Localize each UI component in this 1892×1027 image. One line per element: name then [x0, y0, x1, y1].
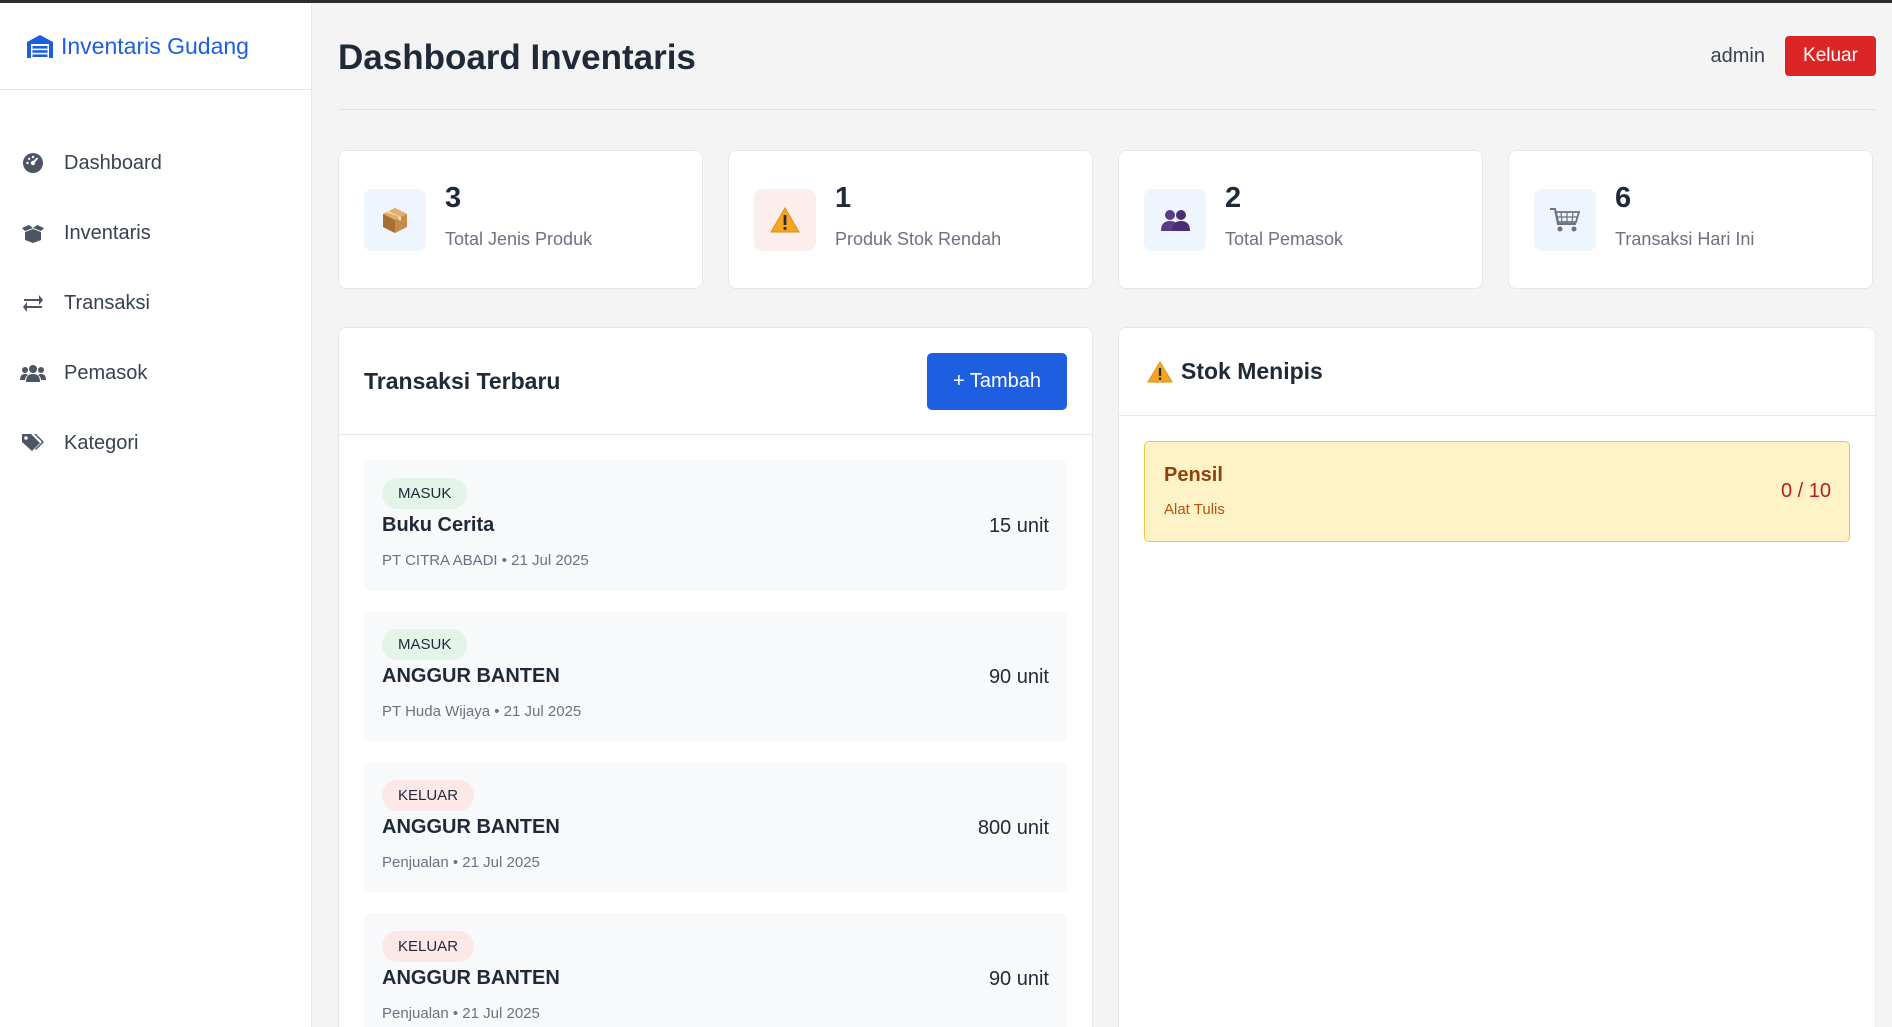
stat-label: Total Jenis Produk — [445, 228, 593, 249]
sidebar-item-label: Kategori — [64, 431, 139, 454]
user-name: admin — [1710, 44, 1765, 67]
status-badge: MASUK — [382, 478, 468, 509]
sidebar-item-dashboard[interactable]: Dashboard — [0, 128, 311, 198]
panel-header: Stok Menipis — [1119, 328, 1875, 416]
sidebar-nav: Dashboard Inventaris Transaksi Pemasok K… — [0, 90, 311, 478]
list-item[interactable]: KELUAR ANGGUR BANTEN Penjualan • 21 Jul … — [364, 762, 1067, 893]
status-badge: MASUK — [382, 629, 468, 660]
stat-value: 1 — [835, 181, 852, 214]
status-badge: KELUAR — [382, 931, 475, 962]
sidebar-item-pemasok[interactable]: Pemasok — [0, 338, 311, 408]
transaction-meta: PT CITRA ABADI • 21 Jul 2025 — [382, 552, 589, 569]
list-item[interactable]: Pensil Alat Tulis 0 / 10 — [1144, 441, 1850, 542]
sidebar-item-label: Dashboard — [64, 151, 162, 174]
stats-row: 3 Total Jenis Produk 1 Produk Stok Renda… — [338, 150, 1876, 289]
exchange-icon — [20, 291, 46, 315]
stat-value: 6 — [1615, 181, 1632, 214]
quantity: 800 unit — [977, 817, 1049, 839]
gauge-icon — [20, 151, 46, 175]
warning-icon — [754, 188, 816, 251]
quantity: 15 unit — [988, 515, 1049, 537]
sidebar-item-label: Pemasok — [64, 361, 148, 384]
list-item[interactable]: MASUK ANGGUR BANTEN PT Huda Wijaya • 21 … — [364, 611, 1067, 742]
sidebar: Inventaris Gudang Dashboard Inventaris T… — [0, 3, 312, 1027]
product-category: Alat Tulis — [1164, 501, 1225, 518]
sidebar-item-label: Transaksi — [64, 291, 150, 314]
transaction-meta: Penjualan • 21 Jul 2025 — [382, 1005, 540, 1022]
tags-icon — [20, 431, 46, 455]
product-name: ANGGUR BANTEN — [382, 967, 560, 989]
page-title: Dashboard Inventaris — [338, 37, 696, 77]
list-item[interactable]: KELUAR ANGGUR BANTEN Penjualan • 21 Jul … — [364, 913, 1067, 1027]
low-stock-panel: Stok Menipis Pensil Alat Tulis 0 / 10 — [1118, 327, 1876, 1027]
low-stock-list: Pensil Alat Tulis 0 / 10 — [1119, 416, 1875, 567]
sidebar-item-inventaris[interactable]: Inventaris — [0, 198, 311, 268]
warning-icon — [1147, 360, 1173, 384]
product-name: Pensil — [1164, 464, 1223, 486]
stat-label: Transaksi Hari Ini — [1615, 228, 1755, 249]
product-name: Buku Cerita — [382, 514, 495, 536]
stock-level: 0 / 10 — [1780, 480, 1831, 502]
sidebar-item-transaksi[interactable]: Transaksi — [0, 268, 311, 338]
cart-icon — [1534, 188, 1596, 251]
recent-transactions-panel: Transaksi Terbaru + Tambah MASUK Buku Ce… — [338, 327, 1093, 1027]
quantity: 90 unit — [988, 666, 1049, 688]
page-header: Dashboard Inventaris admin Keluar — [338, 3, 1876, 110]
panel-title: Transaksi Terbaru — [364, 367, 561, 394]
quantity: 90 unit — [988, 968, 1049, 990]
stat-label: Produk Stok Rendah — [835, 228, 1002, 249]
brand-name: Inventaris Gudang — [61, 32, 249, 59]
sidebar-item-label: Inventaris — [64, 221, 151, 244]
panel-header: Transaksi Terbaru + Tambah — [339, 328, 1092, 435]
user-area: admin Keluar — [1711, 36, 1876, 76]
product-name: ANGGUR BANTEN — [382, 816, 560, 838]
stat-card-total-products: 3 Total Jenis Produk — [338, 150, 703, 289]
stat-value: 3 — [445, 181, 462, 214]
people-icon — [1144, 188, 1206, 251]
stat-card-transactions-today: 6 Transaksi Hari Ini — [1508, 150, 1873, 289]
list-item[interactable]: MASUK Buku Cerita PT CITRA ABADI • 21 Ju… — [364, 460, 1067, 591]
stat-value: 2 — [1225, 181, 1242, 214]
warehouse-icon — [25, 33, 55, 59]
panels-row: Transaksi Terbaru + Tambah MASUK Buku Ce… — [338, 327, 1876, 1027]
stat-label: Total Pemasok — [1225, 228, 1344, 249]
main-content: Dashboard Inventaris admin Keluar 3 Tota… — [338, 3, 1876, 1027]
transaction-meta: Penjualan • 21 Jul 2025 — [382, 854, 540, 871]
stat-card-suppliers: 2 Total Pemasok — [1118, 150, 1483, 289]
brand[interactable]: Inventaris Gudang — [0, 3, 311, 90]
product-name: ANGGUR BANTEN — [382, 665, 560, 687]
transaction-meta: PT Huda Wijaya • 21 Jul 2025 — [382, 703, 582, 720]
package-icon — [364, 188, 426, 251]
transaction-list: MASUK Buku Cerita PT CITRA ABADI • 21 Ju… — [339, 435, 1092, 1027]
stat-card-low-stock: 1 Produk Stok Rendah — [728, 150, 1093, 289]
boxes-icon — [20, 221, 46, 245]
sidebar-item-kategori[interactable]: Kategori — [0, 408, 311, 478]
add-transaction-button[interactable]: + Tambah — [927, 352, 1067, 410]
users-icon — [20, 361, 46, 385]
logout-button[interactable]: Keluar — [1785, 36, 1876, 76]
panel-title: Stok Menipis — [1181, 358, 1323, 384]
status-badge: KELUAR — [382, 780, 475, 811]
